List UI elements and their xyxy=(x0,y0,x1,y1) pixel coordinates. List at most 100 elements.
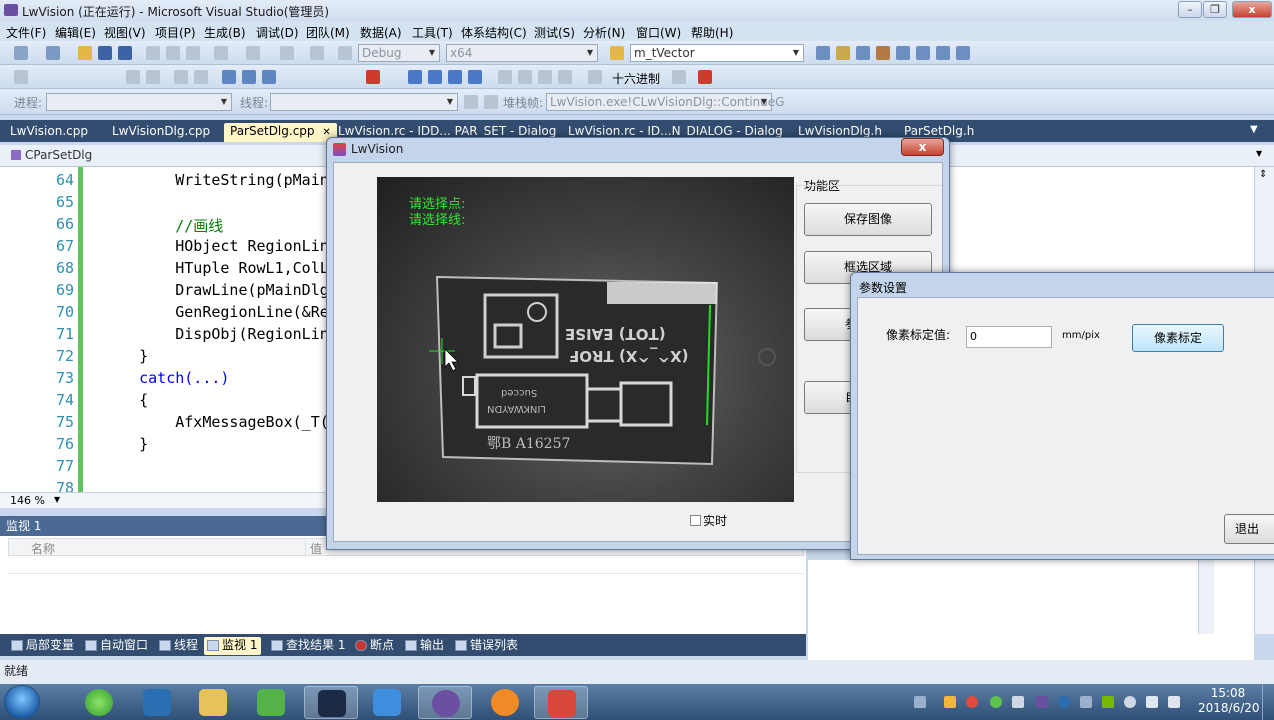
checkbox-box[interactable] xyxy=(690,515,701,526)
filter-icon[interactable] xyxy=(464,95,478,109)
menu-build[interactable]: 生成(B) xyxy=(204,24,246,41)
tray-volume-icon[interactable] xyxy=(1168,696,1180,708)
tab-output[interactable]: 输出 xyxy=(402,637,444,655)
output-window-icon[interactable] xyxy=(698,70,712,84)
camera-image-view[interactable]: 请选择点: 请选择线: (TOT) EAISE (X^_^X) TROF LIN… xyxy=(377,177,794,502)
format-icon[interactable] xyxy=(14,70,28,84)
tab-watch1[interactable]: 监视 1 xyxy=(204,637,262,655)
open-folder-icon[interactable] xyxy=(78,46,92,60)
menu-window[interactable]: 窗口(W) xyxy=(636,24,681,41)
clock[interactable]: 15:08 2018/6/20 xyxy=(1198,686,1260,716)
properties-icon[interactable] xyxy=(836,46,850,60)
start-page-icon[interactable] xyxy=(936,46,950,60)
save-icon[interactable] xyxy=(98,46,112,60)
taskbar-wps-writer[interactable] xyxy=(360,686,414,719)
vs-close-button[interactable]: x xyxy=(1232,1,1272,18)
redo-icon[interactable] xyxy=(246,46,260,60)
code-line[interactable]: //画线 xyxy=(103,215,223,236)
quick-watch-icon[interactable] xyxy=(588,70,602,84)
taskbar-notepad-app[interactable] xyxy=(244,686,298,719)
right-pane-outer-scrollbar[interactable] xyxy=(1254,560,1274,634)
zoom-level[interactable]: 146 % xyxy=(10,494,45,507)
tab-locals[interactable]: 局部变量 xyxy=(8,637,74,655)
minimize-button[interactable]: – xyxy=(1178,1,1202,18)
realtime-checkbox[interactable]: 实时 xyxy=(690,512,727,529)
stack-frame-combo[interactable]: LwVision.exe!CLwVisionDlg::ContinueG ▼ xyxy=(546,93,784,111)
code-line[interactable]: catch(...) xyxy=(103,369,229,387)
break-all-icon[interactable] xyxy=(428,70,442,84)
comment-icon[interactable] xyxy=(174,70,188,84)
tray-keyboard-icon[interactable] xyxy=(914,696,926,708)
save-all-icon[interactable] xyxy=(118,46,132,60)
bookmark-icon[interactable] xyxy=(222,70,236,84)
uncomment-icon[interactable] xyxy=(194,70,208,84)
watch-col-name[interactable]: 名称 xyxy=(31,540,55,557)
menu-project[interactable]: 项目(P) xyxy=(155,24,196,41)
exit-button[interactable]: 退出 xyxy=(1224,514,1274,544)
taskbar-visual-studio[interactable] xyxy=(304,686,358,719)
step-over-icon[interactable] xyxy=(538,70,552,84)
menu-test[interactable]: 测试(S) xyxy=(534,24,575,41)
paste-icon[interactable] xyxy=(186,46,200,60)
menu-edit[interactable]: 编辑(E) xyxy=(55,24,96,41)
menu-analyze[interactable]: 分析(N) xyxy=(583,24,625,41)
restart-icon[interactable] xyxy=(468,70,482,84)
code-line[interactable]: } xyxy=(103,435,148,453)
cut-icon[interactable] xyxy=(146,46,160,60)
split-icon[interactable]: ⇕ xyxy=(1259,169,1267,180)
process-combo[interactable]: ▼ xyxy=(46,93,232,111)
tab-list-icon[interactable]: ▼ xyxy=(1250,124,1258,135)
pixel-calibrate-button[interactable]: 像素标定 xyxy=(1132,324,1224,352)
new-project-icon[interactable] xyxy=(14,46,28,60)
tab-lwvisiondlg-cpp[interactable]: LwVisionDlg.cpp xyxy=(106,123,216,142)
menu-debug[interactable]: 调试(D) xyxy=(256,24,299,41)
tray-360-icon[interactable] xyxy=(966,696,978,708)
show-next-statement-icon[interactable] xyxy=(498,70,512,84)
undo-icon[interactable] xyxy=(214,46,228,60)
config-combo[interactable]: Debug ▼ xyxy=(358,44,440,62)
code-line[interactable]: GenRegionLine(&Re xyxy=(103,303,329,321)
tray-bluetooth-icon[interactable] xyxy=(1058,696,1070,708)
indent-icon[interactable] xyxy=(126,70,140,84)
code-line[interactable]: HTuple RowL1,ColL xyxy=(103,259,329,277)
code-line[interactable]: WriteString(pMain xyxy=(103,171,329,189)
start-debug-icon[interactable] xyxy=(338,46,352,60)
tray-vs-icon[interactable] xyxy=(1036,696,1048,708)
chevron-down-icon[interactable]: ▼ xyxy=(1256,149,1262,158)
save-image-button[interactable]: 保存图像 xyxy=(804,203,932,236)
menu-tools[interactable]: 工具(T) xyxy=(412,24,453,41)
tray-nvidia-icon[interactable] xyxy=(1102,696,1114,708)
tab-lwvision-cpp[interactable]: LwVision.cpp xyxy=(4,123,94,142)
code-line[interactable]: AfxMessageBox(_T( xyxy=(103,413,329,431)
step-into-icon[interactable] xyxy=(518,70,532,84)
navigate-forward-icon[interactable] xyxy=(310,46,324,60)
tab-threads[interactable]: 线程 xyxy=(156,637,198,655)
tab-find-results[interactable]: 查找结果 1 xyxy=(268,637,345,655)
menu-file[interactable]: 文件(F) xyxy=(6,24,46,41)
restore-button[interactable]: ❐ xyxy=(1203,1,1227,18)
tab-parsetdlg-cpp[interactable]: ParSetDlg.cpp ✕ xyxy=(224,123,337,142)
code-line[interactable]: DispObj(RegionLin xyxy=(103,325,329,343)
code-line[interactable]: } xyxy=(103,347,148,365)
tab-error-list[interactable]: 错误列表 xyxy=(452,637,518,655)
outdent-icon[interactable] xyxy=(146,70,160,84)
add-item-icon[interactable] xyxy=(46,46,60,60)
hex-display-button[interactable]: 十六进制 xyxy=(612,70,660,87)
clear-bookmarks-icon[interactable] xyxy=(366,70,380,84)
watch-empty-row[interactable] xyxy=(8,556,804,574)
tray-shield-icon[interactable] xyxy=(944,696,956,708)
taskbar-camera-app[interactable] xyxy=(130,686,184,719)
bookmark-next-icon[interactable] xyxy=(262,70,276,84)
continue-icon[interactable] xyxy=(408,70,422,84)
menu-data[interactable]: 数据(A) xyxy=(360,24,402,41)
taskbar-halcon[interactable] xyxy=(478,686,532,719)
solution-explorer-icon[interactable] xyxy=(816,46,830,60)
stop-debug-icon[interactable] xyxy=(448,70,462,84)
menu-view[interactable]: 视图(V) xyxy=(104,24,146,41)
bookmark-prev-icon[interactable] xyxy=(242,70,256,84)
code-line[interactable]: DrawLine(pMainDlg xyxy=(103,281,329,299)
tray-cloud-icon[interactable] xyxy=(1124,696,1136,708)
tray-pen-icon[interactable] xyxy=(1012,696,1024,708)
class-view-icon[interactable] xyxy=(896,46,910,60)
tray-signal-icon[interactable] xyxy=(1146,696,1158,708)
